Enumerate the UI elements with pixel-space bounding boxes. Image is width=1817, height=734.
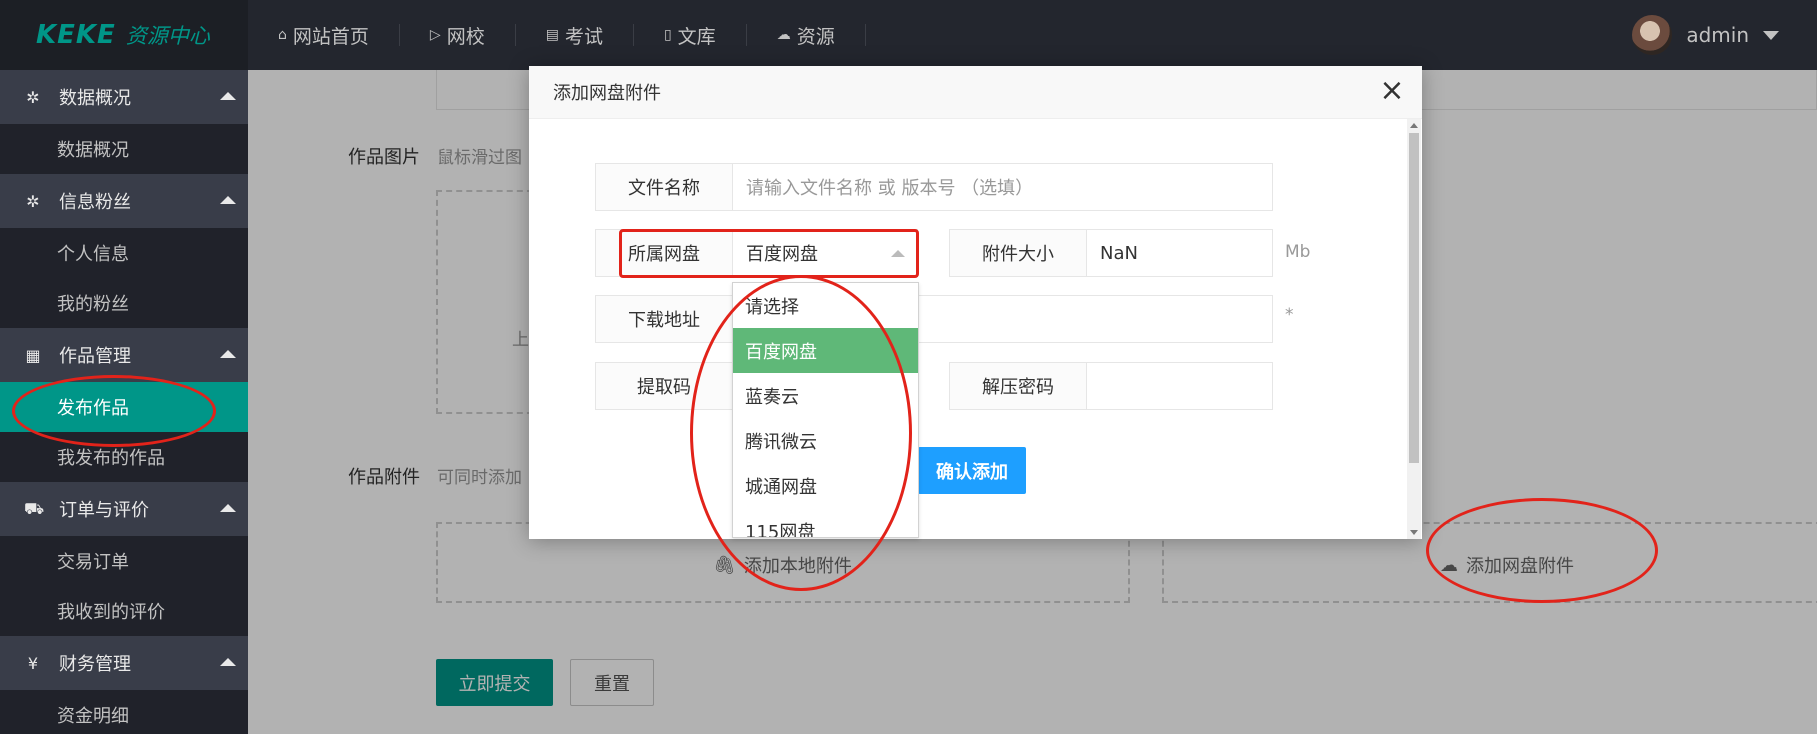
nav-exam[interactable]: ▤ 考试 <box>516 24 634 48</box>
sidebar-group-label: 信息粉丝 <box>59 192 131 213</box>
sidebar-group-label: 数据概况 <box>59 88 131 109</box>
sidebar-group-label: 订单与评价 <box>59 500 149 521</box>
top-nav: ⌂ 网站首页 ▷ 网校 ▤ 考试 ▯ 文库 ☁ 资源 <box>248 0 866 70</box>
annotation-ellipse-publish <box>12 375 216 447</box>
filename-field: 文件名称 请输入文件名称 或 版本号 （选填） <box>595 163 1273 211</box>
size-field: 附件大小 NaN <box>949 229 1273 277</box>
sidebar-item-overview[interactable]: 数据概况 <box>0 124 248 174</box>
filename-label: 文件名称 <box>596 164 733 210</box>
close-icon[interactable]: × <box>1378 76 1406 106</box>
avatar[interactable] <box>1632 15 1673 55</box>
sidebar-group-label: 财务管理 <box>59 654 131 675</box>
filename-input[interactable]: 请输入文件名称 或 版本号 （选填） <box>733 164 1272 210</box>
dialog-title: 添加网盘附件 <box>529 66 1422 119</box>
nav-home[interactable]: ⌂ 网站首页 <box>248 24 400 48</box>
nav-resources[interactable]: ☁ 资源 <box>747 24 866 48</box>
logo-subtitle: 资源中心 <box>125 24 210 48</box>
logo-brand: KEKE <box>36 20 116 50</box>
size-unit: Mb <box>1285 242 1311 262</box>
sidebar-item-reviews[interactable]: 我收到的评价 <box>0 586 248 636</box>
chevron-up-icon <box>220 92 236 100</box>
document-icon: ▯ <box>663 27 672 43</box>
sidebar-item-orders[interactable]: 交易订单 <box>0 536 248 586</box>
sidebar-group-label: 作品管理 <box>59 346 131 367</box>
sidebar-group-overview[interactable]: ✲ 数据概况 <box>0 70 248 124</box>
nav-library[interactable]: ▯ 文库 <box>634 24 747 48</box>
size-label: 附件大小 <box>950 230 1087 276</box>
unzip-password-field: 解压密码 <box>949 362 1273 410</box>
play-icon: ▷ <box>429 27 441 43</box>
username: admin <box>1686 23 1749 47</box>
gear-icon: ✲ <box>26 191 40 211</box>
nav-school[interactable]: ▷ 网校 <box>400 24 516 48</box>
exam-icon: ▤ <box>545 27 559 43</box>
sidebar-group-works[interactable]: ▦ 作品管理 <box>0 328 248 382</box>
sidebar-group-fans[interactable]: ✲ 信息粉丝 <box>0 174 248 228</box>
top-header: KEKE 资源中心 ⌂ 网站首页 ▷ 网校 ▤ 考试 ▯ 文库 ☁ 资源 adm… <box>0 0 1817 70</box>
yen-icon: ¥ <box>27 653 39 673</box>
scroll-up-icon[interactable] <box>1410 123 1418 128</box>
nav-label: 网站首页 <box>292 25 369 48</box>
annotation-ellipse-options <box>690 275 912 591</box>
annotation-ellipse-netdisk-button <box>1426 498 1658 603</box>
sidebar-item-profile[interactable]: 个人信息 <box>0 228 248 278</box>
nav-label: 文库 <box>677 25 716 48</box>
scroll-down-icon[interactable] <box>1410 530 1418 535</box>
nav-label: 网校 <box>446 25 485 48</box>
scrollbar-thumb[interactable] <box>1409 133 1419 463</box>
size-input[interactable]: NaN <box>1087 230 1272 276</box>
nav-label: 考试 <box>564 25 603 48</box>
home-icon: ⌂ <box>278 27 287 43</box>
sidebar-group-orders[interactable]: ⛟ 订单与评价 <box>0 482 248 536</box>
sidebar-item-my-fans[interactable]: 我的粉丝 <box>0 278 248 328</box>
gear-icon: ✲ <box>26 87 40 107</box>
chevron-up-icon <box>220 658 236 666</box>
logo[interactable]: KEKE 资源中心 <box>0 0 248 70</box>
nav-label: 资源 <box>796 25 835 48</box>
grid-icon: ▦ <box>25 345 41 365</box>
chevron-up-icon <box>220 504 236 512</box>
chevron-up-icon <box>220 350 236 358</box>
confirm-add-button[interactable]: 确认添加 <box>918 447 1026 494</box>
unzip-password-label: 解压密码 <box>950 363 1087 409</box>
chevron-up-icon <box>220 196 236 204</box>
sidebar-item-funds[interactable]: 资金明细 <box>0 690 248 734</box>
user-menu[interactable]: admin <box>1632 15 1779 55</box>
download-url-field: 下载地址 <box>595 295 1273 343</box>
unzip-password-input[interactable] <box>1087 363 1272 409</box>
dialog-scrollbar[interactable] <box>1407 119 1421 539</box>
cart-icon: ⛟ <box>24 498 45 518</box>
sidebar-group-finance[interactable]: ¥ 财务管理 <box>0 636 248 690</box>
chevron-down-icon <box>1763 30 1779 40</box>
cloud-upload-icon: ☁ <box>776 27 791 43</box>
annotation-box-netdisk <box>619 229 919 278</box>
required-mark: * <box>1285 305 1294 325</box>
